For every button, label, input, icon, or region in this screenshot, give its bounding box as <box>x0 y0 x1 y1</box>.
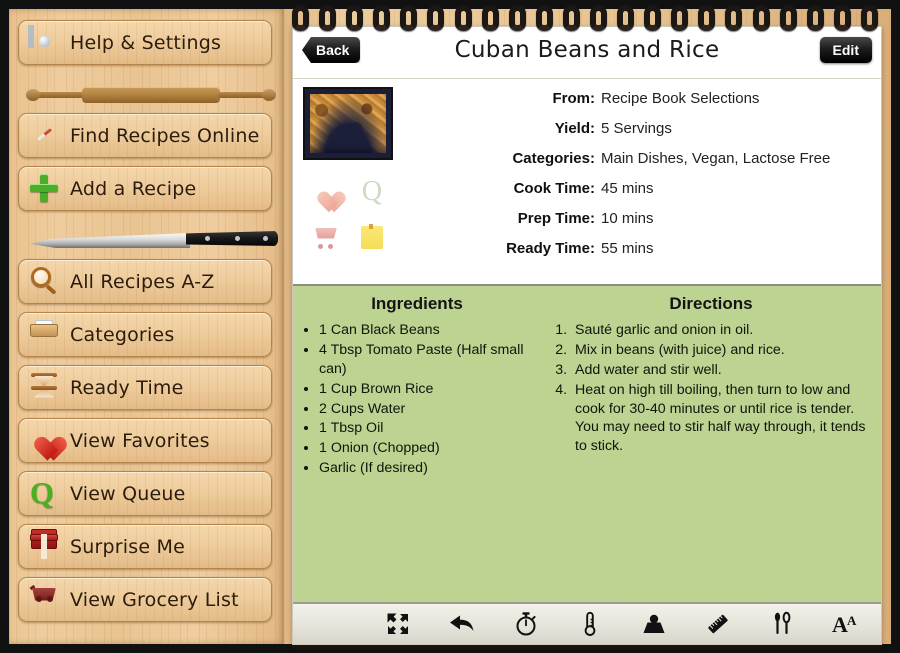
list-item: 4 Tbsp Tomato Paste (Half small can) <box>319 341 535 379</box>
shopping-cart-icon <box>29 584 59 615</box>
directions-column: Directions Sauté garlic and onion in oil… <box>541 286 881 602</box>
meta-label: Prep Time: <box>517 209 595 227</box>
meta-value: 10 mins <box>601 209 654 227</box>
hourglass-icon <box>29 372 59 403</box>
sidebar-navigation: Help & Settings Find Recipes Online Add … <box>0 0 284 653</box>
sidebar-item-label: View Grocery List <box>70 588 239 611</box>
chef-knife-icon <box>18 219 278 259</box>
page-title: Cuban Beans and Rice <box>454 37 720 63</box>
back-arrow-icon[interactable] <box>448 610 476 638</box>
meta-row-ready-time: Ready Time: 55 mins <box>403 233 871 263</box>
list-item: Garlic (If desired) <box>319 459 535 478</box>
sidebar-item-view-favorites[interactable]: View Favorites <box>18 418 272 463</box>
recipe-thumbnail[interactable] <box>303 87 393 160</box>
sidebar-item-label: Help & Settings <box>70 31 222 54</box>
list-item: Heat on high till boiling, then turn to … <box>571 381 875 457</box>
list-item: Sauté garlic and onion in oil. <box>571 321 875 340</box>
gear-icon <box>29 28 59 58</box>
meta-value: 5 Servings <box>601 119 672 137</box>
compass-icon <box>29 121 59 151</box>
meta-value: Recipe Book Selections <box>601 89 760 107</box>
grocery-cart-icon[interactable] <box>303 226 349 249</box>
sidebar-item-ready-time[interactable]: Ready Time <box>18 365 272 410</box>
font-size-icon[interactable]: A A <box>832 610 860 638</box>
meta-value: Main Dishes, Vegan, Lactose Free <box>601 149 831 167</box>
sidebar-item-label: Categories <box>70 323 175 346</box>
gift-icon <box>29 528 59 562</box>
sidebar-item-categories[interactable]: Categories <box>18 312 272 357</box>
bottom-toolbar: A A <box>293 602 881 644</box>
queue-q-icon[interactable]: Q <box>349 178 395 206</box>
recipe-app-window: Help & Settings Find Recipes Online Add … <box>0 0 900 653</box>
directions-list: Sauté garlic and onion in oil. Mix in be… <box>571 321 875 456</box>
note-icon[interactable] <box>349 223 395 249</box>
sidebar-item-label: View Queue <box>70 482 186 505</box>
sidebar-item-help-settings[interactable]: Help & Settings <box>18 20 272 65</box>
rolling-pin-icon <box>18 73 276 113</box>
stopwatch-icon[interactable] <box>512 610 540 638</box>
recipe-meta-list: From: Recipe Book Selections Yield: 5 Se… <box>403 83 871 263</box>
heart-icon <box>29 426 59 456</box>
meta-label: Categories: <box>512 149 595 167</box>
ingredients-column: Ingredients 1 Can Black Beans 4 Tbsp Tom… <box>293 286 541 602</box>
meta-label: Yield: <box>554 119 595 137</box>
recipe-status-icons: Q <box>303 171 395 259</box>
list-item: 1 Can Black Beans <box>319 321 535 340</box>
meta-value: 45 mins <box>601 179 654 197</box>
ingredients-list: 1 Can Black Beans 4 Tbsp Tomato Paste (H… <box>319 321 535 478</box>
favorite-heart-icon[interactable] <box>303 182 349 204</box>
directions-heading: Directions <box>669 294 753 313</box>
meta-row-yield: Yield: 5 Servings <box>403 113 871 143</box>
meta-row-cook-time: Cook Time: 45 mins <box>403 173 871 203</box>
sidebar-item-all-recipes-a-z[interactable]: All Recipes A-Z <box>18 259 272 304</box>
sidebar-item-find-recipes-online[interactable]: Find Recipes Online <box>18 113 272 158</box>
recipe-info-section: Q From: Recipe Book Selections Yield: 5 … <box>293 79 881 284</box>
list-item: 1 Onion (Chopped) <box>319 439 535 458</box>
sidebar-item-surprise-me[interactable]: Surprise Me <box>18 524 272 569</box>
sidebar-item-label: Find Recipes Online <box>70 124 260 147</box>
sidebar-item-label: View Favorites <box>70 429 210 452</box>
ingredients-heading: Ingredients <box>371 294 463 313</box>
magnifier-icon <box>29 266 59 297</box>
meta-label: Ready Time: <box>506 239 595 257</box>
tray-icon <box>29 319 59 350</box>
edit-button[interactable]: Edit <box>819 37 872 63</box>
list-item: Mix in beans (with juice) and rice. <box>571 341 875 360</box>
sidebar-item-label: Ready Time <box>70 376 184 399</box>
sidebar-item-add-a-recipe[interactable]: Add a Recipe <box>18 166 272 211</box>
page-header: Back Cuban Beans and Rice Edit <box>293 27 881 79</box>
recipe-page: Back Cuban Beans and Rice Edit Q From: R… <box>292 26 882 645</box>
plus-icon <box>29 174 59 204</box>
meta-label: From: <box>552 89 596 107</box>
meta-label: Cook Time: <box>513 179 595 197</box>
meta-row-categories: Categories: Main Dishes, Vegan, Lactose … <box>403 143 871 173</box>
meta-row-from: From: Recipe Book Selections <box>403 83 871 113</box>
utensils-icon[interactable] <box>768 610 796 638</box>
list-item: 1 Tbsp Oil <box>319 419 535 438</box>
sidebar-item-view-grocery-list[interactable]: View Grocery List <box>18 577 272 622</box>
list-item: 2 Cups Water <box>319 400 535 419</box>
meta-row-prep-time: Prep Time: 10 mins <box>403 203 871 233</box>
thermometer-icon[interactable] <box>576 610 604 638</box>
list-item: Add water and stir well. <box>571 361 875 380</box>
sidebar-item-label: All Recipes A-Z <box>70 270 215 293</box>
meta-value: 55 mins <box>601 239 654 257</box>
svg-text:A: A <box>832 612 848 636</box>
ruler-icon[interactable] <box>704 610 732 638</box>
svg-text:A: A <box>847 613 857 628</box>
recipe-body: Ingredients 1 Can Black Beans 4 Tbsp Tom… <box>293 284 881 602</box>
sidebar-item-label: Surprise Me <box>70 535 185 558</box>
fullscreen-icon[interactable] <box>384 610 412 638</box>
recipe-notebook-panel: Back Cuban Beans and Rice Edit Q From: R… <box>284 0 900 653</box>
sidebar-item-label: Add a Recipe <box>70 177 197 200</box>
sidebar-item-view-queue[interactable]: Q View Queue <box>18 471 272 516</box>
queue-q-icon: Q <box>30 474 55 510</box>
list-item: 1 Cup Brown Rice <box>319 380 535 399</box>
weight-icon[interactable] <box>640 610 668 638</box>
